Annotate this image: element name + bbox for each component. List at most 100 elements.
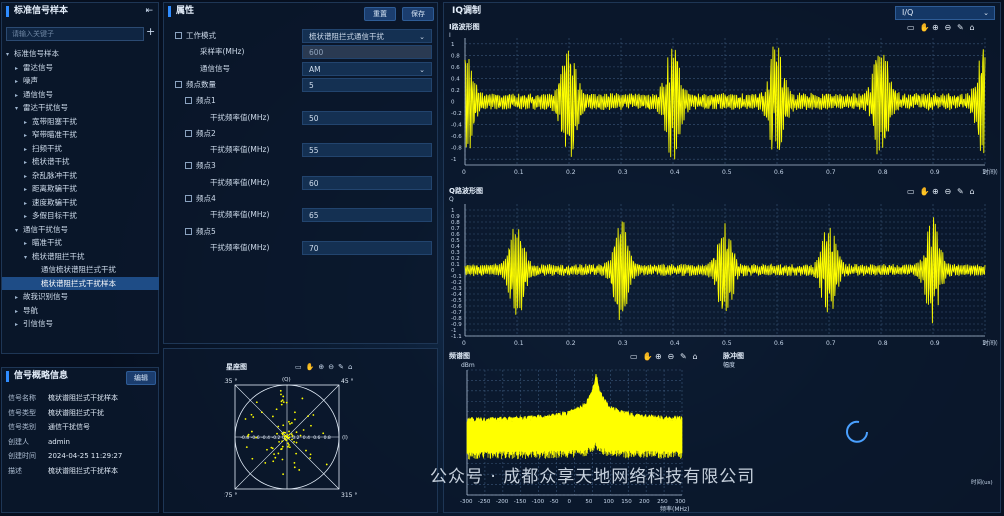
property-select[interactable]: 梳状谱阻拦式通信干扰 ⌄ — [302, 29, 432, 43]
home-icon[interactable]: ⌂ — [348, 363, 352, 371]
tree-item[interactable]: ▸ 故我识别信号 — [2, 290, 159, 303]
tree-item[interactable]: ▸ 瞄准干扰 — [2, 236, 159, 249]
property-checkbox[interactable] — [185, 195, 192, 202]
tree-item[interactable]: ▸ 扫频干扰 — [2, 142, 159, 155]
tree-arrow-icon[interactable]: ▸ — [24, 197, 32, 210]
zoom-out-icon[interactable]: ⊖ — [945, 187, 952, 196]
pen-icon[interactable]: ✎ — [338, 363, 344, 371]
tree-item[interactable]: ▸ 速度欺骗干扰 — [2, 196, 159, 209]
collapse-icon[interactable]: ⇤ — [145, 6, 153, 16]
message-icon[interactable]: ▭ — [295, 363, 302, 371]
tree-arrow-icon[interactable]: ▸ — [24, 210, 32, 223]
tree-arrow-icon[interactable]: ▸ — [24, 143, 32, 156]
tree-arrow-icon[interactable]: ▾ — [6, 48, 14, 61]
save-button[interactable]: 保存 — [402, 7, 434, 21]
tree-item[interactable]: ▸ 多假目标干扰 — [2, 209, 159, 222]
constellation-point — [250, 430, 253, 433]
tree-arrow-icon[interactable]: ▾ — [24, 251, 32, 264]
tree-item[interactable]: ▸ 距离欺骗干扰 — [2, 182, 159, 195]
property-input[interactable]: 65 — [302, 208, 432, 223]
chart-title: 脉冲图 — [722, 351, 744, 360]
zoom-out-icon[interactable]: ⊖ — [668, 352, 675, 361]
pen-icon[interactable]: ✎ — [957, 187, 964, 196]
tree-item-label: 扫频干扰 — [32, 143, 62, 153]
tree-arrow-icon[interactable]: ▸ — [15, 291, 23, 304]
property-input[interactable]: 55 — [302, 143, 432, 158]
home-icon[interactable]: ⌂ — [970, 187, 975, 196]
property-value: 梳状谱阻拦式通信干扰 — [309, 32, 384, 41]
tree-arrow-icon[interactable]: ▸ — [15, 305, 23, 318]
tree-item[interactable]: ▸ 雷达信号 — [2, 61, 159, 74]
property-input[interactable]: 70 — [302, 240, 432, 255]
property-checkbox[interactable] — [175, 80, 182, 88]
tree-arrow-icon[interactable]: ▾ — [15, 102, 23, 115]
home-icon[interactable]: ⌂ — [970, 23, 975, 32]
add-icon[interactable]: + — [146, 25, 155, 38]
tree-item[interactable]: ▸ 杂乱脉冲干扰 — [2, 169, 159, 182]
tree-item[interactable]: ▸ 通信信号 — [2, 88, 159, 101]
hand-icon[interactable]: ✋ — [920, 22, 930, 32]
tree-arrow-icon[interactable]: ▸ — [15, 89, 23, 102]
zoom-out-icon[interactable]: ⊖ — [945, 23, 952, 32]
constellation-point — [271, 415, 274, 418]
message-icon[interactable]: ▭ — [907, 187, 915, 196]
tree-item[interactable]: ▾ 标准信号样本 — [2, 47, 159, 60]
zoom-in-icon[interactable]: ⊕ — [932, 23, 939, 32]
tree-item[interactable]: ▸ 导航 — [2, 304, 159, 317]
home-icon[interactable]: ⌂ — [693, 352, 698, 361]
property-checkbox[interactable] — [185, 97, 192, 105]
message-icon[interactable]: ▭ — [630, 352, 638, 361]
tree-item[interactable]: ▸ 引信信号 — [2, 317, 159, 330]
edit-button[interactable]: 编辑 — [126, 371, 156, 385]
tree-arrow-icon[interactable]: ▸ — [24, 129, 32, 142]
tree-item[interactable]: ▸ 窄带瞄准干扰 — [2, 128, 159, 141]
tree-item[interactable]: ▸ 噪声 — [2, 74, 159, 87]
reset-button[interactable]: 重置 — [364, 7, 396, 21]
property-input[interactable]: 600 — [302, 45, 432, 60]
tree-item[interactable]: ▾ 通信干扰信号 — [2, 223, 159, 236]
tree-item[interactable]: ▾ 雷达干扰信号 — [2, 101, 159, 114]
tree-arrow-icon[interactable]: ▸ — [24, 116, 32, 129]
tree-arrow-icon[interactable]: ▸ — [24, 156, 32, 169]
pen-icon[interactable]: ✎ — [957, 23, 964, 32]
message-icon[interactable]: ▭ — [907, 23, 915, 32]
zoom-in-icon[interactable]: ⊕ — [932, 187, 939, 196]
tree-arrow-icon[interactable]: ▸ — [15, 318, 23, 331]
zoom-in-icon[interactable]: ⊕ — [655, 352, 662, 361]
tree-arrow-icon[interactable]: ▾ — [15, 224, 23, 237]
constellation-point — [250, 413, 253, 416]
tree-item[interactable]: 梳状谱阻拦式干扰样本 — [2, 276, 159, 290]
y-axis-label: I — [449, 32, 451, 39]
x-tick-label: 0.8 — [878, 340, 888, 347]
iq-mode-select[interactable]: I/Q ⌄ — [895, 6, 995, 20]
property-label-text: 干扰频率值(MHz) — [210, 112, 270, 122]
pen-icon[interactable]: ✎ — [680, 352, 687, 361]
property-checkbox[interactable] — [175, 32, 182, 39]
constellation-point — [309, 453, 312, 456]
tree-arrow-icon[interactable]: ▸ — [15, 75, 23, 88]
tree-arrow-icon[interactable]: ▸ — [24, 183, 32, 196]
y-tick-label: -0.8 — [451, 146, 462, 152]
property-input[interactable]: 60 — [302, 175, 432, 190]
hand-icon[interactable]: ✋ — [920, 186, 930, 196]
tree-item[interactable]: ▸ 宽带阻塞干扰 — [2, 115, 159, 128]
hand-icon[interactable]: ✋ — [306, 363, 315, 371]
tree-arrow-icon[interactable]: ▸ — [24, 237, 32, 250]
x-tick-label: 0.4 — [670, 169, 680, 176]
property-label: 采样率(MHz) — [200, 44, 244, 60]
tree-item[interactable]: ▸ 梳状谱干扰 — [2, 155, 159, 168]
property-input[interactable]: 50 — [302, 110, 432, 125]
property-checkbox[interactable] — [185, 227, 192, 235]
tree-arrow-icon[interactable]: ▸ — [15, 62, 23, 75]
tree-arrow-icon[interactable]: ▸ — [24, 170, 32, 183]
zoom-out-icon[interactable]: ⊖ — [328, 363, 334, 371]
property-checkbox[interactable] — [185, 162, 192, 170]
hand-icon[interactable]: ✋ — [643, 351, 653, 361]
tree-item-label: 引信信号 — [23, 319, 53, 328]
property-checkbox[interactable] — [185, 129, 192, 137]
zoom-in-icon[interactable]: ⊕ — [318, 363, 324, 371]
property-input[interactable]: 5 — [302, 77, 432, 92]
tree-item[interactable]: ▾ 梳状谱阻拦干扰 — [2, 250, 159, 263]
property-select[interactable]: AM ⌄ — [302, 61, 432, 76]
tree-item[interactable]: 通信梳状谱阻拦式干扰 — [2, 263, 159, 276]
